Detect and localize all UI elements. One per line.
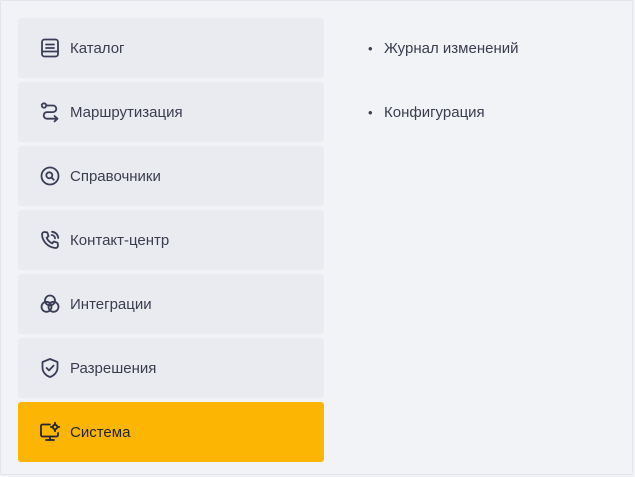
monitor-settings-icon <box>39 421 61 443</box>
menu-item-references[interactable]: Справочники <box>18 146 324 206</box>
phone-call-icon <box>39 229 61 251</box>
menu-item-label: Маршрутизация <box>70 103 183 121</box>
menu-item-integrations[interactable]: Интеграции <box>18 274 324 334</box>
menu-item-catalog[interactable]: Каталог <box>18 18 324 78</box>
menu-item-label: Каталог <box>70 39 125 57</box>
menu-item-label: Интеграции <box>70 295 152 313</box>
route-icon <box>39 101 61 123</box>
menu-item-label: Контакт-центр <box>70 231 170 249</box>
menu-item-system[interactable]: Система <box>18 402 324 462</box>
shield-check-icon <box>39 357 61 379</box>
menu-item-contact-center[interactable]: Контакт-центр <box>18 210 324 270</box>
submenu-item-label: Конфигурация <box>384 103 485 121</box>
menu-item-permissions[interactable]: Разрешения <box>18 338 324 398</box>
catalog-icon <box>39 37 61 59</box>
reference-search-icon <box>39 165 61 187</box>
system-sidebar-menu: Каталог Маршрутизация Справочники Контак… <box>18 18 324 462</box>
menu-item-label: Система <box>70 423 131 441</box>
bullet: • <box>368 40 373 56</box>
submenu-item-change-log[interactable]: • Журнал изменений <box>368 16 608 80</box>
system-submenu: • Журнал изменений • Конфигурация <box>368 18 608 146</box>
menu-item-label: Справочники <box>70 167 161 185</box>
integrations-icon <box>39 293 61 315</box>
menu-item-label: Разрешения <box>70 359 157 377</box>
menu-item-routing[interactable]: Маршрутизация <box>18 82 324 142</box>
submenu-item-label: Журнал изменений <box>384 39 519 57</box>
bullet: • <box>368 104 373 120</box>
submenu-item-configuration[interactable]: • Конфигурация <box>368 80 608 144</box>
